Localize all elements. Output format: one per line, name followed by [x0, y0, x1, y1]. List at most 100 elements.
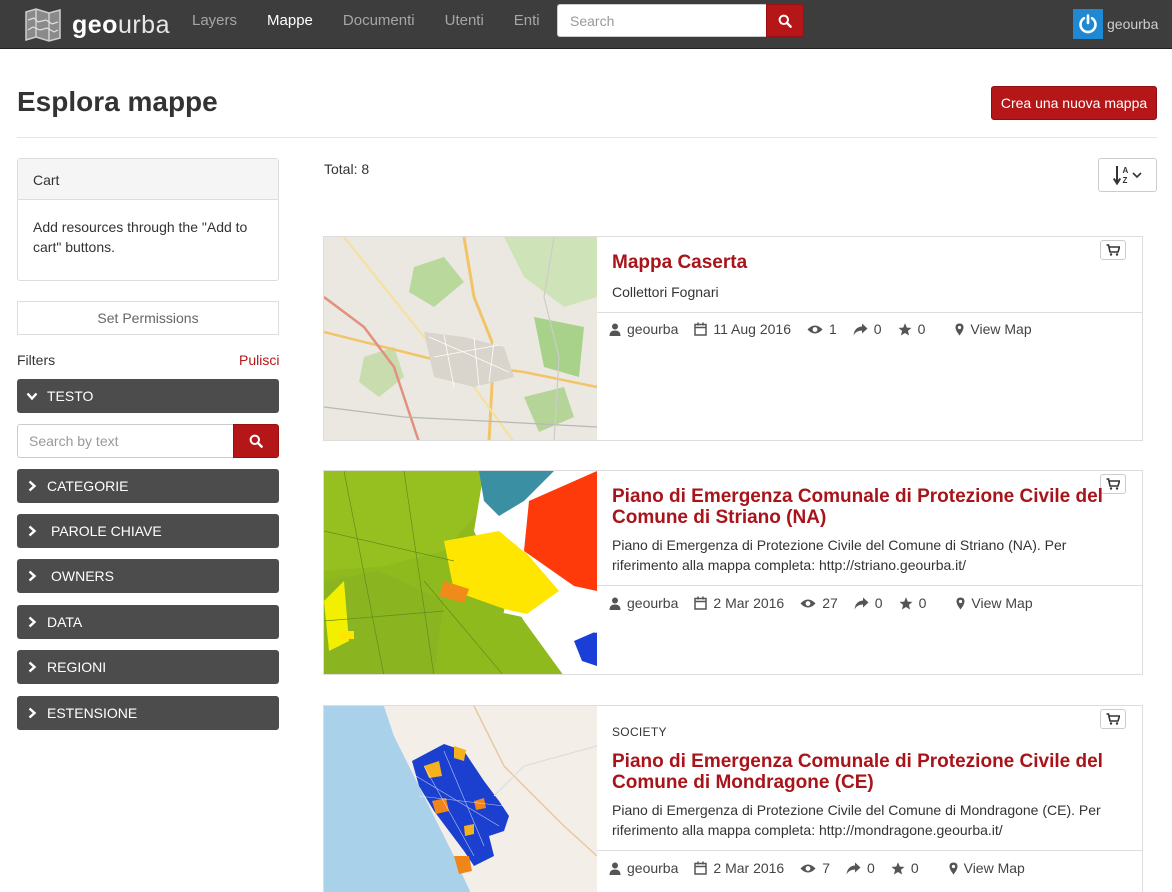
nav-link-layers[interactable]: Layers	[177, 0, 252, 49]
facet-testo[interactable]: TESTO	[17, 379, 279, 413]
chevron-right-icon	[25, 615, 39, 629]
card-meta: geourba 2 Mar 2016 7 0 0 View Map	[609, 860, 1041, 876]
facet-label: DATA	[47, 614, 83, 630]
top-navbar: geourba Layers Mappe Documenti Utenti En…	[0, 0, 1172, 49]
map-marker-icon	[956, 597, 965, 609]
map-marker-icon	[955, 323, 964, 335]
filters-label: Filters	[17, 352, 56, 368]
card-shares: 0	[874, 595, 883, 611]
avatar	[1073, 9, 1103, 39]
clear-filters-link[interactable]: Pulisci	[239, 352, 279, 368]
facet-label: ESTENSIONE	[47, 705, 138, 721]
view-map-link[interactable]: View Map	[955, 321, 1032, 337]
nav-link-mappe[interactable]: Mappe	[252, 0, 328, 49]
text-filter-input[interactable]	[17, 424, 233, 458]
card-title[interactable]: Piano di Emergenza Comunale di Protezion…	[612, 751, 1132, 793]
map-thumbnail[interactable]	[324, 471, 597, 674]
svg-text:A: A	[1122, 166, 1128, 175]
user-icon	[609, 323, 621, 336]
facet-label: CATEGORIE	[47, 478, 129, 494]
folded-map-icon	[25, 8, 61, 42]
result-card: Piano di Emergenza Comunale di Protezion…	[323, 470, 1143, 675]
cart-title: Cart	[18, 159, 278, 200]
create-map-button[interactable]: Crea una nuova mappa	[991, 86, 1157, 120]
card-date: 2 Mar 2016	[713, 595, 785, 611]
card-shares: 0	[867, 860, 875, 876]
results-total: Total: 8	[324, 161, 370, 177]
cart-panel: Cart Add resources through the "Add to c…	[17, 158, 279, 281]
chevron-right-icon	[25, 569, 39, 583]
card-shares: 0	[873, 321, 882, 337]
facet-regioni[interactable]: REGIONI	[17, 650, 279, 684]
user-icon	[609, 862, 621, 875]
meta-divider	[597, 312, 1142, 313]
map-thumbnail[interactable]	[324, 706, 597, 892]
power-icon	[1079, 14, 1097, 34]
card-title[interactable]: Mappa Caserta	[612, 252, 1132, 273]
card-body: Piano di Emergenza Comunale di Protezion…	[597, 471, 1142, 674]
user-menu[interactable]: geourba	[1073, 9, 1158, 39]
brand-logo[interactable]: geourba	[24, 7, 170, 43]
card-owner[interactable]: geourba	[627, 321, 678, 337]
main-nav: Layers Mappe Documenti Utenti Enti	[177, 0, 555, 49]
card-views: 27	[822, 595, 838, 611]
share-icon	[846, 862, 861, 874]
map-marker-icon	[949, 862, 958, 874]
facet-label: TESTO	[47, 388, 94, 404]
facet-categorie[interactable]: CATEGORIE	[17, 469, 279, 503]
card-body: Mappa Caserta Collettori Fognari geourba…	[597, 237, 1142, 440]
brand-name: geourba	[72, 10, 170, 39]
calendar-icon	[694, 322, 708, 336]
view-map-link[interactable]: View Map	[956, 595, 1033, 611]
chevron-down-icon	[25, 389, 39, 403]
facet-data[interactable]: DATA	[17, 605, 279, 639]
facet-estensione[interactable]: ESTENSIONE	[17, 696, 279, 730]
card-meta: geourba 11 Aug 2016 1 0 0 View Map	[609, 321, 1048, 337]
global-search-input[interactable]	[557, 4, 766, 37]
sort-alpha-icon: A Z	[1112, 166, 1142, 186]
facet-owners[interactable]: OWNERS	[17, 559, 279, 593]
user-icon	[609, 597, 621, 610]
card-owner[interactable]: geourba	[627, 595, 678, 611]
text-filter-button[interactable]	[233, 424, 279, 458]
facet-label: OWNERS	[51, 568, 114, 584]
star-icon	[899, 596, 913, 609]
eye-icon	[800, 599, 816, 607]
search-icon	[249, 434, 263, 448]
card-abstract: Piano di Emergenza di Protezione Civile …	[612, 537, 1067, 573]
card-abstract: Piano di Emergenza di Protezione Civile …	[612, 802, 1101, 838]
card-category: SOCIETY	[612, 725, 667, 739]
card-owner[interactable]: geourba	[627, 860, 678, 876]
set-permissions-button[interactable]: Set Permissions	[17, 301, 279, 335]
star-icon	[898, 322, 912, 335]
calendar-icon	[694, 861, 708, 875]
card-title[interactable]: Piano di Emergenza Comunale di Protezion…	[612, 486, 1132, 528]
cart-message: Add resources through the "Add to cart" …	[33, 219, 248, 255]
nav-link-documenti[interactable]: Documenti	[328, 0, 430, 49]
header-divider	[17, 137, 1157, 138]
eye-icon	[800, 864, 816, 872]
nav-link-enti[interactable]: Enti	[499, 0, 555, 49]
sort-button[interactable]: A Z	[1098, 158, 1157, 192]
chevron-right-icon	[25, 524, 39, 538]
calendar-icon	[694, 596, 708, 610]
facet-parole-chiave[interactable]: PAROLE CHIAVE	[17, 514, 279, 548]
card-rating: 0	[918, 595, 927, 611]
result-card: Mappa Caserta Collettori Fognari geourba…	[323, 236, 1143, 441]
global-search	[557, 4, 804, 37]
add-to-cart-button[interactable]	[1100, 709, 1126, 729]
card-body: SOCIETY Piano di Emergenza Comunale di P…	[597, 706, 1142, 892]
card-rating: 0	[917, 321, 926, 337]
card-meta: geourba 2 Mar 2016 27 0 0 View Map	[609, 595, 1049, 611]
username: geourba	[1107, 16, 1159, 32]
svg-text:Z: Z	[1122, 176, 1127, 185]
card-views: 1	[829, 321, 837, 337]
nav-link-utenti[interactable]: Utenti	[430, 0, 499, 49]
map-thumbnail[interactable]	[324, 237, 597, 440]
chevron-right-icon	[25, 706, 39, 720]
page-title: Esplora mappe	[17, 86, 218, 117]
view-map-link[interactable]: View Map	[949, 860, 1025, 876]
global-search-button[interactable]	[766, 4, 804, 37]
share-icon	[853, 323, 868, 335]
meta-divider	[597, 585, 1142, 586]
